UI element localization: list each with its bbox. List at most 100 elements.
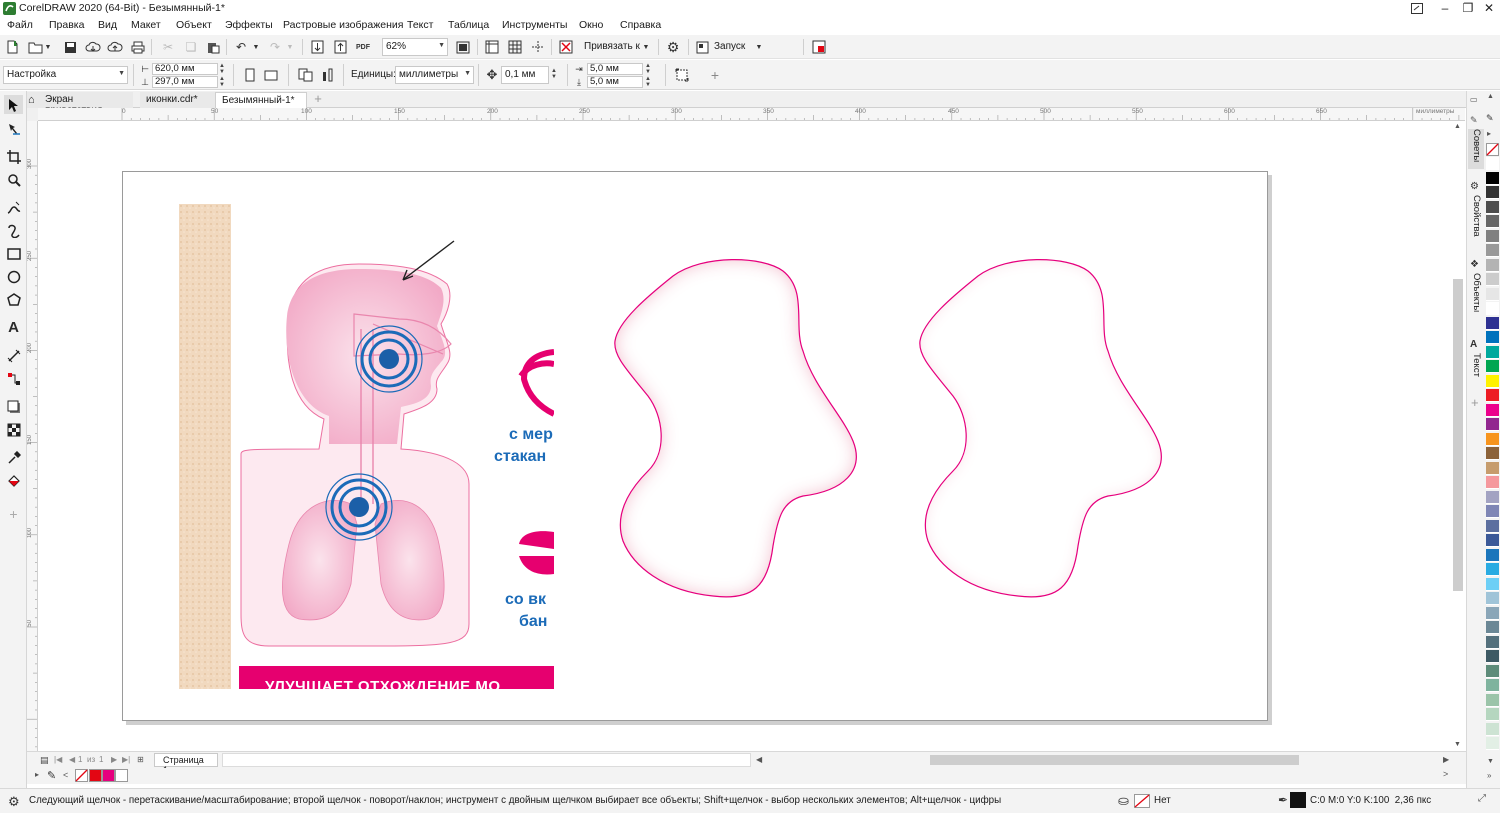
- height-spinner-icon[interactable]: ▲ ▼: [219, 76, 225, 88]
- save-icon[interactable]: [62, 39, 78, 55]
- duplicate-y-input[interactable]: 5,0 мм: [587, 76, 643, 88]
- add-docker-plus-icon[interactable]: +: [1471, 395, 1479, 410]
- palette-swatch[interactable]: [1486, 229, 1499, 243]
- open-dropdown-icon[interactable]: ▼: [43, 39, 53, 55]
- treat-as-filled-icon[interactable]: [674, 67, 690, 83]
- customize-toolbox-plus-icon[interactable]: +: [4, 504, 23, 523]
- artistic-media-icon[interactable]: [4, 221, 23, 240]
- snap-off-icon[interactable]: [558, 39, 574, 55]
- page-height-input[interactable]: 297,0 мм: [152, 76, 218, 88]
- page-preset-combo[interactable]: Настройка ▼: [3, 66, 128, 84]
- palette-swatch[interactable]: [1486, 215, 1499, 228]
- palette-swatch[interactable]: [1486, 737, 1499, 750]
- horizontal-scroll-thumb[interactable]: [930, 755, 1299, 765]
- whats-new-icon[interactable]: [811, 39, 827, 55]
- palette-swatch[interactable]: [1486, 461, 1499, 475]
- crop-tool-icon[interactable]: [4, 147, 23, 166]
- palette-no-color-swatch[interactable]: [1486, 143, 1499, 156]
- menu-object[interactable]: Объект: [176, 19, 212, 31]
- menu-effects[interactable]: Эффекты: [225, 19, 273, 31]
- freehand-tool-icon[interactable]: [4, 198, 23, 217]
- palette-down-icon[interactable]: ▼: [1487, 758, 1494, 765]
- palette-swatch[interactable]: [1486, 577, 1499, 591]
- vertical-ruler[interactable]: 300 250 200 150 100 50: [27, 121, 38, 751]
- docker-tab-tips[interactable]: Советы: [1468, 129, 1484, 169]
- eyedropper-tool-icon[interactable]: [4, 448, 23, 467]
- palette-swatch[interactable]: [1486, 316, 1499, 330]
- placed-bitmap[interactable]: с мер стакан со вк бан УЛУЧШАЕТ ОТХОЖДЕН…: [179, 204, 554, 689]
- launch-label[interactable]: Запуск: [714, 41, 745, 52]
- drawing-canvas[interactable]: с мер стакан со вк бан УЛУЧШАЕТ ОТХОЖДЕН…: [38, 121, 1450, 751]
- zoom-tool-icon[interactable]: [4, 170, 23, 189]
- palette-swatch[interactable]: [1486, 606, 1499, 620]
- palette-swatch[interactable]: [1486, 722, 1499, 736]
- full-screen-icon[interactable]: [455, 39, 471, 55]
- new-document-icon[interactable]: [5, 39, 21, 55]
- palette-swatch[interactable]: [1486, 403, 1499, 417]
- palette-swatch[interactable]: [1486, 664, 1499, 678]
- palette-swatch[interactable]: [1486, 345, 1499, 359]
- eyedropper-icon[interactable]: ✎: [47, 769, 56, 782]
- scroll-up-icon[interactable]: ▲: [1454, 123, 1461, 130]
- first-page-icon[interactable]: |◀: [54, 755, 62, 764]
- transparency-tool-icon[interactable]: [4, 420, 23, 439]
- palette-expand-icon[interactable]: ▸: [35, 770, 39, 779]
- palette-swatch[interactable]: [1486, 331, 1499, 344]
- rectangle-tool-icon[interactable]: [4, 244, 23, 263]
- drop-shadow-icon[interactable]: [4, 397, 23, 416]
- scroll-right-icon[interactable]: ▶: [1443, 755, 1449, 764]
- palette-swatch[interactable]: [1486, 171, 1499, 185]
- dup-y-spinner-icon[interactable]: ▲ ▼: [645, 76, 651, 88]
- menu-layout[interactable]: Макет: [131, 19, 161, 31]
- polygon-tool-icon[interactable]: [4, 290, 23, 309]
- tab-welcome-screen[interactable]: ⌂ Экран приветствия: [27, 92, 133, 116]
- menu-view[interactable]: Вид: [98, 19, 117, 31]
- head-shape-outline[interactable]: [908, 256, 1173, 606]
- palette-swatch[interactable]: [1486, 679, 1499, 692]
- copy-icon[interactable]: ❏: [183, 39, 199, 55]
- close-button[interactable]: ✕: [1476, 0, 1500, 17]
- menu-help[interactable]: Справка: [620, 19, 661, 31]
- palette-swatch[interactable]: [1486, 693, 1499, 707]
- page-tab[interactable]: Страница 1: [154, 753, 218, 775]
- tab-ikonki[interactable]: иконки.cdr*: [140, 92, 216, 108]
- launch-app-icon[interactable]: [694, 39, 710, 55]
- previous-page-icon[interactable]: ◀: [69, 755, 75, 764]
- menu-table[interactable]: Таблица: [448, 19, 489, 31]
- menu-window[interactable]: Окно: [579, 19, 603, 31]
- horizontal-ruler[interactable]: 0 50 100 150 200 250 300 350 400 450 500…: [38, 108, 1465, 121]
- scroll-left-icon[interactable]: ◀: [756, 755, 762, 764]
- publish-pdf-icon[interactable]: PDF: [355, 39, 371, 55]
- status-settings-gear-icon[interactable]: ⚙: [8, 794, 20, 810]
- units-combo[interactable]: миллиметры ▼: [395, 66, 474, 84]
- all-pages-icon[interactable]: [297, 67, 313, 83]
- palette-scroll-left-icon[interactable]: <: [63, 770, 68, 780]
- nudge-spinner-icon[interactable]: ▲ ▼: [551, 68, 557, 80]
- menu-tools[interactable]: Инструменты: [502, 19, 567, 31]
- palette-swatch[interactable]: [1486, 273, 1499, 286]
- palette-swatch[interactable]: [1486, 447, 1499, 460]
- connector-tool-icon[interactable]: [4, 369, 23, 388]
- ruler-origin[interactable]: [27, 108, 38, 121]
- docker-expand-icon[interactable]: ▭: [1470, 95, 1478, 104]
- page-width-input[interactable]: 620,0 мм: [152, 63, 218, 75]
- palette-swatch[interactable]: [1486, 287, 1499, 301]
- show-rulers-icon[interactable]: [484, 39, 500, 55]
- redo-dropdown-icon[interactable]: ▼: [285, 39, 295, 55]
- palette-swatch[interactable]: [1486, 563, 1499, 576]
- redo-icon[interactable]: ↷: [267, 39, 283, 55]
- palette-swatch[interactable]: [1486, 374, 1499, 388]
- cut-icon[interactable]: ✂: [160, 39, 176, 55]
- text-tool-icon[interactable]: A: [4, 318, 23, 337]
- export-icon[interactable]: [332, 39, 348, 55]
- palette-swatch[interactable]: [1486, 186, 1499, 199]
- show-guidelines-icon[interactable]: [530, 39, 546, 55]
- docker-tab-text[interactable]: Текст: [1468, 353, 1484, 385]
- palette-swatch[interactable]: [1486, 708, 1499, 721]
- palette-swatch[interactable]: [1486, 476, 1499, 489]
- add-page-icon[interactable]: ⊞: [137, 755, 144, 764]
- palette-swatch[interactable]: [1486, 650, 1499, 663]
- palette-swatch[interactable]: [1486, 635, 1499, 649]
- nudge-input[interactable]: 0,1 мм: [501, 66, 549, 84]
- zoom-level-combo[interactable]: 62% ▼: [382, 38, 448, 56]
